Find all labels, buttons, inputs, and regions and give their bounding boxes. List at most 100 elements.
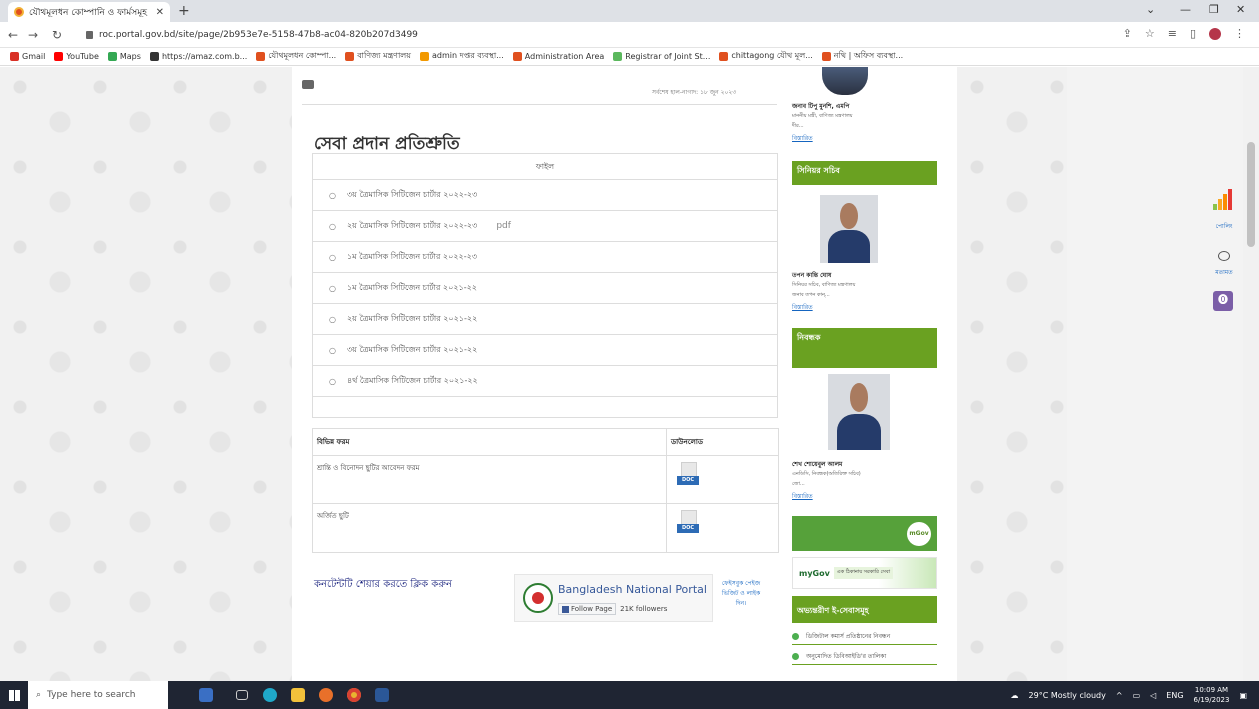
bookmark-label: নথি | অফিস ব্যবস্থা... — [833, 51, 904, 60]
bookmark-item[interactable]: Gmail — [10, 52, 45, 61]
chrome-icon[interactable] — [340, 681, 368, 709]
form-col-download-header: ডাউনলোড — [671, 438, 704, 446]
news-app-icon[interactable] — [192, 681, 220, 709]
bullet-icon: ○ — [329, 283, 336, 293]
windows-taskbar: ⌕ Type here to search ☁ 29°C Mostly clou… — [0, 681, 1259, 709]
left-decorative-pattern — [0, 67, 292, 681]
reading-list-icon[interactable]: ≡ — [1168, 27, 1177, 40]
restore-icon[interactable]: ❐ — [1209, 3, 1219, 16]
fb-follow-row: Follow Page 21K followers — [558, 603, 667, 615]
follow-label: Follow Page — [571, 605, 613, 613]
profile-avatar[interactable] — [1209, 27, 1221, 40]
file-link[interactable]: ২য় ত্রৈমাসিক সিটিজেন চার্টার ২০২২-২৩ — [347, 220, 477, 233]
file-link[interactable]: ১ম ত্রৈমাসিক সিটিজেন চার্টার ২০২১-২২ — [347, 282, 477, 295]
bookmark-label: যৌথমূলধন কোম্পা... — [268, 51, 337, 60]
notification-icon[interactable]: ▣ — [1239, 691, 1247, 700]
new-tab-icon[interactable]: + — [178, 3, 190, 19]
feedback-label[interactable]: মতামত — [1209, 267, 1239, 278]
address-bar-row: ← → ↻ roc.portal.gov.bd/site/page/2b953e… — [0, 22, 1259, 48]
tray-chevron-icon[interactable]: ^ — [1116, 691, 1123, 700]
share-icon[interactable]: ⇪ — [1123, 27, 1132, 40]
file-explorer-icon[interactable] — [284, 681, 312, 709]
form-row: শ্রান্তি ও বিনোদন ছুটির আবেদন ফরম DOC — [313, 456, 778, 504]
feedback-icon[interactable] — [1218, 251, 1230, 261]
fb-visit-like-link[interactable]: ফেইসবুক পেইজ ভিজিট ও লাইক দিন। — [720, 579, 762, 609]
file-row[interactable]: ○ ১ম ত্রৈমাসিক সিটিজেন চার্টার ২০২১-২২ — [313, 273, 777, 304]
taskbar-search[interactable]: ⌕ Type here to search — [28, 681, 168, 709]
bookmark-item[interactable]: যৌথমূলধন কোম্পা... — [256, 50, 336, 63]
bookmark-label: Registrar of Joint St... — [625, 52, 711, 61]
file-link[interactable]: ৪র্থ ত্রৈমাসিক সিটিজেন চার্টার ২০২১-২২ — [347, 375, 478, 388]
poll-icon[interactable] — [1213, 188, 1235, 210]
right-decorative-pattern — [957, 67, 1067, 681]
bullet-icon: ○ — [329, 252, 336, 262]
file-row[interactable]: ○ ১ম ত্রৈমাসিক সিটিজেন চার্টার ২০২২-২৩ — [313, 242, 777, 273]
mgov-banner[interactable]: mGov — [792, 516, 937, 551]
share-content-link[interactable]: কনটেন্টটি শেয়ার করতে ক্লিক করুন — [314, 577, 452, 594]
bookmark-item[interactable]: https://amaz.com.b... — [149, 52, 247, 61]
bookmark-item[interactable]: Registrar of Joint St... — [613, 52, 710, 61]
weather-icon: ☁ — [1010, 690, 1019, 700]
file-link[interactable]: ৩য় ত্রৈমাসিক সিটিজেন চার্টার ২০২২-২৩ — [347, 189, 477, 202]
firefox-icon[interactable] — [312, 681, 340, 709]
minimize-icon[interactable]: — — [1180, 3, 1191, 16]
close-window-icon[interactable]: ✕ — [1236, 3, 1245, 16]
file-row[interactable]: ○ ৩য় ত্রৈমাসিক সিটিজেন চার্টার ২০২২-২৩ — [313, 180, 777, 211]
file-row[interactable]: ○ ৩য় ত্রৈমাসিক সিটিজেন চার্টার ২০২১-২২ — [313, 335, 777, 366]
national-portal-logo — [523, 583, 553, 613]
browser-tab-bar: যৌথমূলধন কোম্পানি ও ফার্মসমূহ ✕ + ⌄ — ❐ … — [0, 0, 1259, 22]
bookmark-star-icon[interactable]: ☆ — [1145, 27, 1155, 40]
menu-icon[interactable]: ⋮ — [1234, 27, 1245, 40]
forward-icon[interactable]: → — [28, 28, 38, 42]
scrollbar-thumb[interactable] — [1247, 142, 1255, 247]
bullet-icon: ○ — [329, 376, 336, 386]
network-icon[interactable]: ▭ — [1133, 691, 1141, 700]
doc-download-icon[interactable]: DOC — [677, 462, 701, 490]
bookmark-label: admin দপ্তর ব্যবস্থা... — [431, 51, 504, 60]
volume-icon[interactable]: ◁ — [1150, 691, 1156, 700]
back-icon[interactable]: ← — [8, 28, 18, 42]
task-view-icon[interactable] — [228, 681, 256, 709]
page-scrollbar[interactable] — [1243, 67, 1259, 681]
form-download-cell: DOC — [667, 504, 778, 552]
tab-search-icon[interactable]: ⌄ — [1146, 3, 1155, 16]
poll-bar-icon — [1228, 189, 1232, 210]
eservice-item[interactable]: অনুমোদিত ডিবিআইডি'র তালিকা — [792, 649, 937, 665]
file-row[interactable]: ○ ৪র্থ ত্রৈমাসিক সিটিজেন চার্টার ২০২১-২২ — [313, 366, 777, 397]
reload-icon[interactable]: ↻ — [52, 28, 62, 42]
clock[interactable]: 10:09 AM 6/19/2023 — [1194, 685, 1230, 705]
doc-badge: DOC — [677, 524, 699, 533]
eservice-item[interactable]: ডিজিটাল কমার্স প্রতিষ্ঠানের নিবন্ধন — [792, 629, 937, 645]
bookmark-item[interactable]: নথি | অফিস ব্যবস্থা... — [821, 50, 904, 63]
file-link[interactable]: ২য় ত্রৈমাসিক সিটিজেন চার্টার ২০২১-২২ — [347, 313, 477, 326]
eservice-label: অনুমোদিত ডিবিআইডি'র তালিকা — [806, 653, 887, 660]
edge-icon[interactable] — [256, 681, 284, 709]
weather-text[interactable]: 29°C Mostly cloudy — [1029, 691, 1106, 700]
bookmark-item[interactable]: admin দপ্তর ব্যবস্থা... — [419, 50, 504, 63]
bookmark-item[interactable]: বাণিজ্য মন্ত্রণালয় — [345, 50, 411, 63]
poll-label[interactable]: পোলিং — [1209, 221, 1239, 232]
bookmark-item[interactable]: chittagong যৌথ মূল... — [719, 50, 813, 63]
language-indicator[interactable]: ENG — [1166, 691, 1183, 700]
bookmark-item[interactable]: YouTube — [54, 52, 99, 61]
file-link[interactable]: ৩য় ত্রৈমাসিক সিটিজেন চার্টার ২০২১-২২ — [347, 344, 477, 357]
mygov-banner[interactable]: myGov এক ঠিকানায় সরকারি সেবা — [792, 557, 937, 589]
side-panel-icon[interactable]: ▯ — [1190, 27, 1196, 40]
word-icon[interactable] — [368, 681, 396, 709]
bookmark-item[interactable]: Maps — [107, 52, 141, 61]
fb-page-name[interactable]: Bangladesh National Portal — [558, 583, 707, 596]
file-row[interactable]: ○ ২য় ত্রৈমাসিক সিটিজেন চার্টার ২০২২-২৩ pd… — [313, 211, 777, 242]
file-link[interactable]: ১ম ত্রৈমাসিক সিটিজেন চার্টার ২০২২-২৩ — [347, 251, 477, 264]
print-icon[interactable] — [302, 80, 314, 89]
file-row[interactable]: ○ ২য় ত্রৈমাসিক সিটিজেন চার্টার ২০২১-২২ — [313, 304, 777, 335]
browser-tab[interactable]: যৌথমূলধন কোম্পানি ও ফার্মসমূহ ✕ — [8, 2, 170, 22]
doc-download-icon[interactable]: DOC — [677, 510, 701, 538]
accessibility-icon[interactable]: ⓿ — [1213, 291, 1233, 311]
url-field[interactable]: roc.portal.gov.bd/site/page/2b953e7e-515… — [86, 26, 1086, 44]
bullet-icon: ○ — [329, 314, 336, 324]
follow-page-button[interactable]: Follow Page — [558, 603, 617, 615]
facebook-page-widget[interactable]: Bangladesh National Portal Follow Page 2… — [514, 574, 713, 622]
bookmark-item[interactable]: Administration Area — [512, 52, 604, 61]
close-tab-icon[interactable]: ✕ — [156, 7, 164, 18]
windows-start-icon[interactable] — [0, 681, 28, 709]
